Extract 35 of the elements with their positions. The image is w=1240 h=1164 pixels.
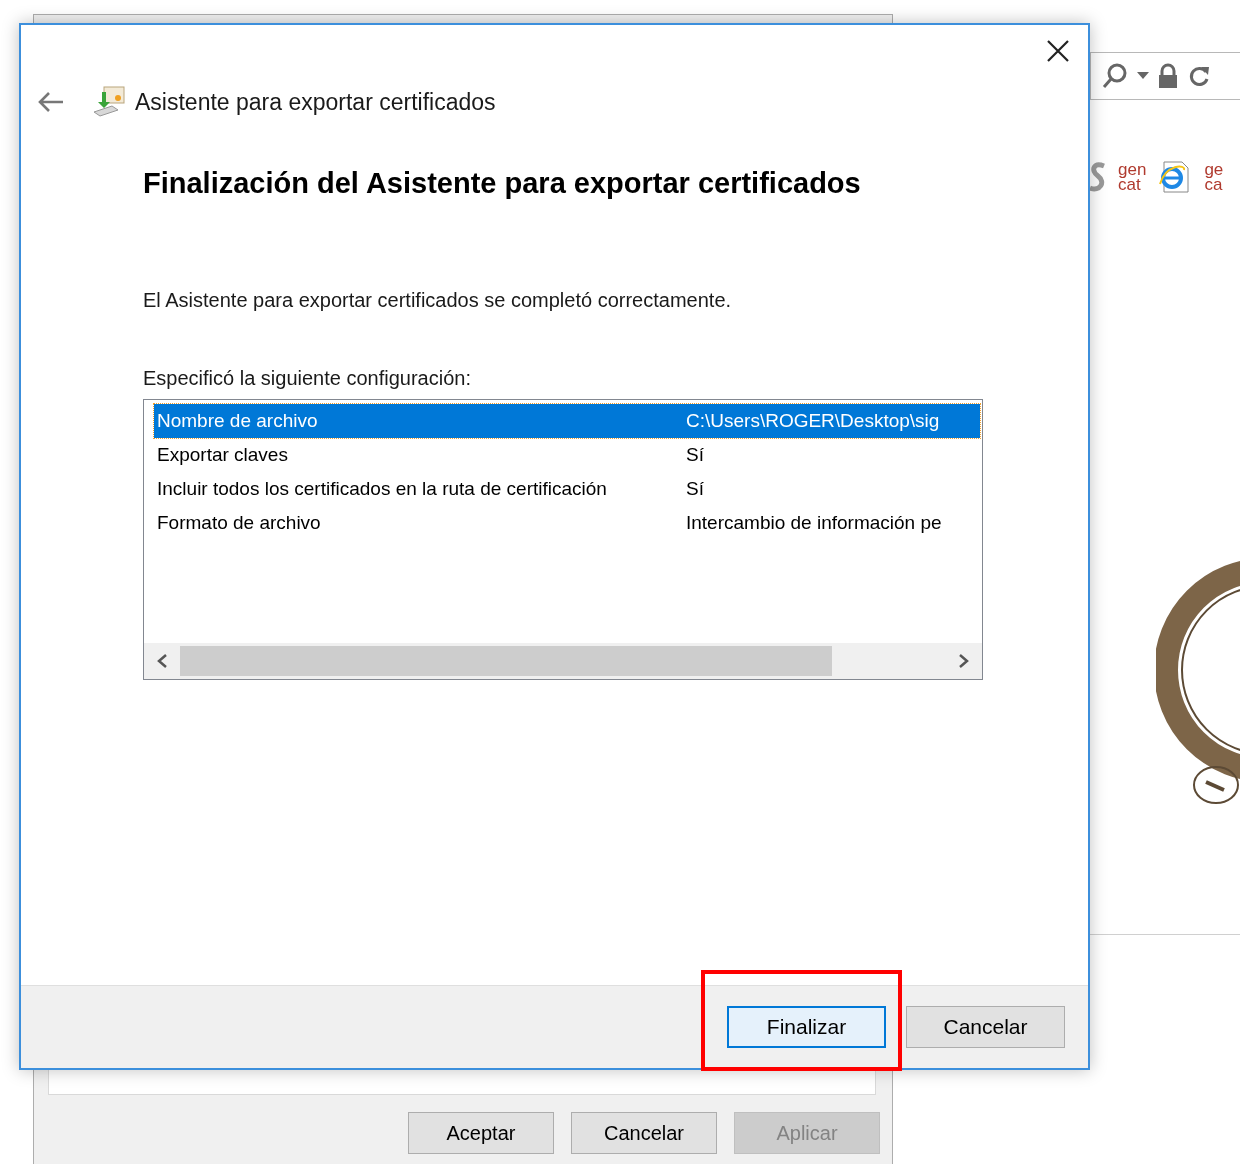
setting-value: Intercambio de información pe <box>686 510 942 535</box>
scroll-left-icon[interactable] <box>156 653 168 669</box>
caret-icon[interactable] <box>1137 72 1149 80</box>
scrollbar-thumb[interactable] <box>180 646 832 676</box>
browser-logo-icon[interactable] <box>1158 160 1191 194</box>
back-arrow-icon[interactable] <box>37 91 65 114</box>
setting-name: Incluir todos los certificados en la ruta de certificación <box>156 476 608 501</box>
favorite-site-icon[interactable] <box>1090 160 1106 194</box>
settings-row[interactable]: Formato de archivo Intercambio de información pe <box>154 506 980 540</box>
wizard-heading: Finalización del Asistente para exportar certificados <box>143 165 862 201</box>
address-bar[interactable] <box>1090 52 1240 100</box>
dialog-button[interactable]: Finalizar <box>727 1006 886 1048</box>
settings-row[interactable]: Exportar claves Sí <box>154 438 980 472</box>
favorite-link[interactable]: gen cat <box>1118 162 1147 192</box>
lock-icon <box>1157 63 1179 89</box>
dialog-button[interactable]: Cancelar <box>906 1006 1065 1048</box>
setting-value: C:\Users\ROGER\Desktop\sig <box>686 408 940 433</box>
scroll-right-icon[interactable] <box>958 653 970 669</box>
setting-value: Sí <box>686 476 704 501</box>
setting-name: Nombre de archivo <box>156 408 319 433</box>
settings-row[interactable]: Nombre de archivo C:\Users\ROGER\Desktop\sig <box>154 404 980 438</box>
window-button[interactable]: Cancelar <box>571 1112 717 1154</box>
horizontal-scrollbar[interactable] <box>144 643 982 679</box>
close-icon[interactable] <box>1046 39 1070 63</box>
search-icon[interactable] <box>1101 62 1129 90</box>
certificate-export-icon <box>92 86 126 119</box>
list-label: Especificó la siguiente configuración: <box>143 366 472 391</box>
window-button[interactable]: Aceptar <box>408 1112 554 1154</box>
settings-row[interactable]: Incluir todos los certificados en la ruta de certificación Sí <box>154 472 980 506</box>
setting-name: Formato de archivo <box>156 510 322 535</box>
completion-message: El Asistente para exportar certificados se completó correctamente. <box>143 288 733 313</box>
wizard-title: Asistente para exportar certificados <box>135 88 496 117</box>
setting-value: Sí <box>686 442 704 467</box>
setting-name: Exportar claves <box>156 442 289 467</box>
favorite-link[interactable]: ge ca <box>1204 162 1224 192</box>
